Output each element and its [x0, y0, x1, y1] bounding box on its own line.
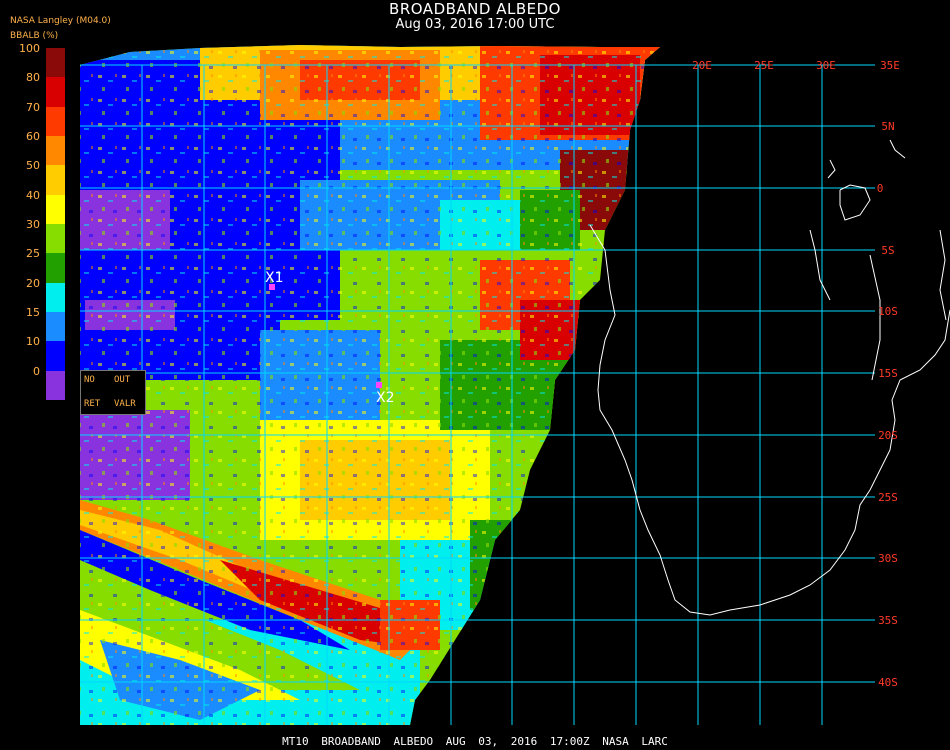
colorbar-tick-label: 40 — [26, 188, 40, 202]
lat-labels: 5N 0 5S 10S 15S 20S 25S 30S 35S 40S — [877, 120, 898, 689]
colorbar-segment — [46, 194, 65, 225]
lon-label: 25E — [754, 59, 774, 72]
lon-label: 35E — [880, 59, 900, 72]
product-label: BBALB (%) — [10, 31, 59, 41]
colorbar-segment — [46, 48, 65, 78]
lon-label: 30E — [816, 59, 836, 72]
lat-label: 10S — [878, 305, 898, 318]
footer-caption: MT10 BROADBAND ALBEDO AUG 03, 2016 17:00… — [282, 735, 668, 748]
source-label: NASA Langley (M04.0) — [10, 16, 111, 26]
lat-label: 0 — [877, 182, 884, 195]
marker-x1-label: X1 — [265, 270, 284, 286]
colorbar-tick-label: 100 — [19, 42, 40, 55]
lat-label: 40S — [878, 676, 898, 689]
colorbar-segment — [46, 136, 65, 166]
colorbar-tick-label: 50 — [26, 159, 40, 173]
colorbar-tick-label: 0 — [33, 364, 40, 378]
lat-label: 25S — [878, 491, 898, 504]
marker-x2-dot — [376, 382, 382, 388]
legend-out: OUT — [114, 375, 131, 385]
map-datetime: Aug 03, 2016 17:00 UTC — [395, 17, 555, 32]
colorbar-tick-label: 30 — [26, 218, 40, 231]
legend-valr: VALR — [114, 399, 136, 409]
colorbar — [46, 48, 65, 401]
colorbar-tick-label: 10 — [26, 335, 40, 349]
lat-label: 5N — [881, 120, 894, 133]
colorbar-segment — [46, 224, 65, 254]
colorbar-segment — [46, 77, 65, 108]
colorbar-segment — [46, 282, 65, 313]
lat-label: 15S — [878, 367, 898, 380]
lat-label: 35S — [878, 614, 898, 627]
lat-label: 5S — [881, 244, 894, 257]
map-title: BROADBAND ALBEDO — [389, 0, 561, 18]
legend-ret: RET — [84, 399, 101, 409]
lon-label: 20E — [692, 59, 712, 72]
legend-no: NO — [84, 375, 95, 385]
colorbar-tick-label: 60 — [26, 130, 40, 143]
colorbar-segment — [46, 165, 65, 196]
colorbar-tick-label: 80 — [26, 71, 40, 85]
colorbar-segment — [46, 370, 65, 401]
colorbar-tick-label: 15 — [26, 306, 40, 319]
colorbar-tick-label: 25 — [26, 247, 40, 261]
colorbar-segment — [46, 341, 65, 372]
colorbar-tick-label: 20 — [26, 276, 40, 290]
lat-label: 30S — [878, 552, 898, 565]
no-retrieval-legend: NO OUT RET VALR — [80, 370, 146, 415]
colorbar-segment — [46, 312, 65, 342]
colorbar-tick-label: 70 — [26, 100, 40, 114]
lat-label: 20S — [878, 429, 898, 442]
colorbar-segment — [46, 253, 65, 284]
albedo-swath — [80, 45, 660, 725]
colorbar-segment — [46, 106, 65, 137]
marker-x2-label: X2 — [376, 390, 395, 406]
